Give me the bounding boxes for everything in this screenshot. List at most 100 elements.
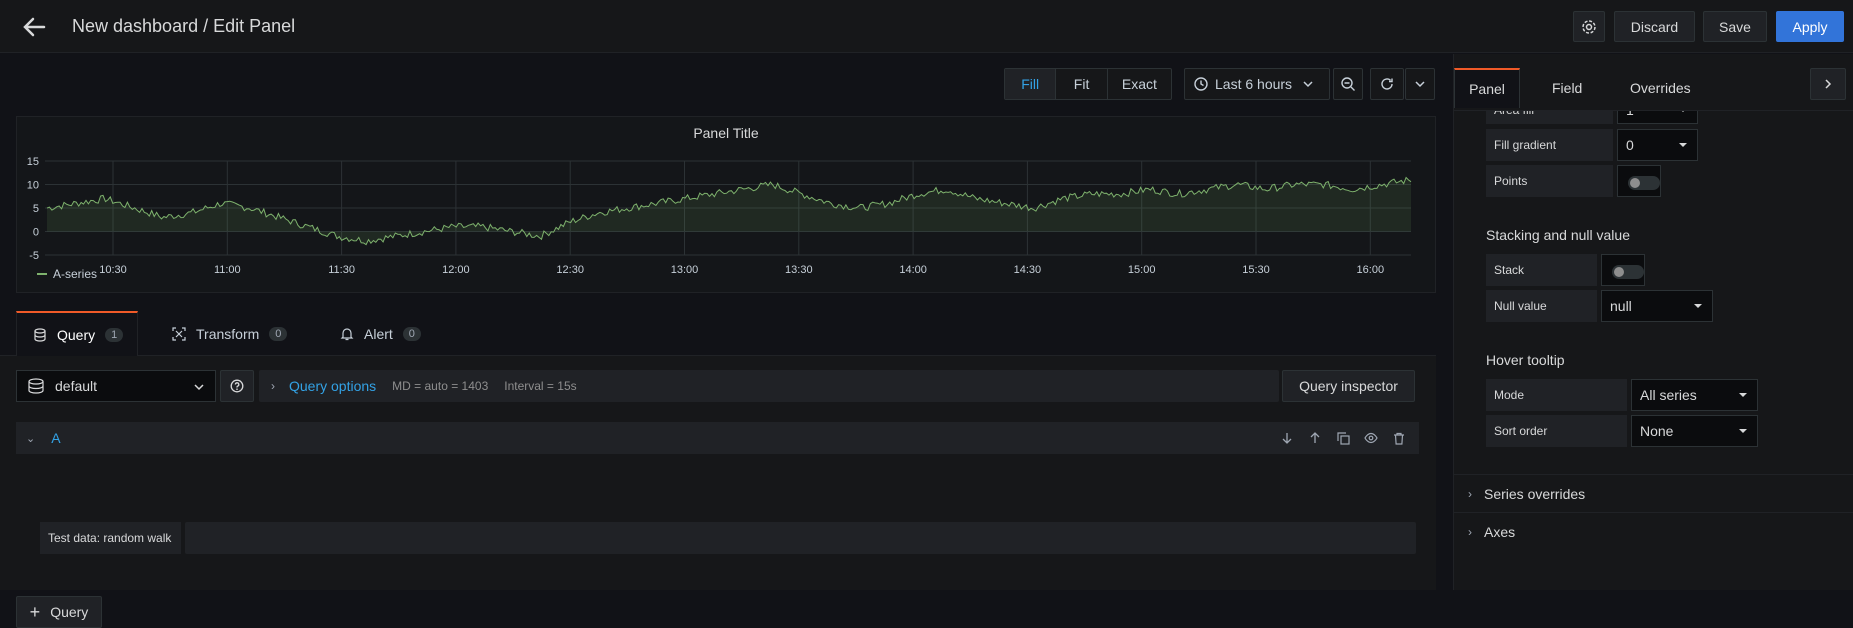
discard-button[interactable]: Discard <box>1614 11 1695 42</box>
fit-button[interactable]: Fit <box>1056 69 1108 99</box>
tab-alert-count: 0 <box>402 326 421 341</box>
add-query-button[interactable]: + Query <box>16 596 102 628</box>
collapse-pane-button[interactable] <box>1810 68 1846 100</box>
y-tick-label: 15 <box>27 156 39 168</box>
help-icon <box>230 379 244 393</box>
mode-value: All series <box>1640 387 1697 403</box>
stacking-section-title: Stacking and null value <box>1486 227 1630 243</box>
x-tick-label: 15:30 <box>1242 264 1270 276</box>
area-fill-value: 1 <box>1626 111 1634 118</box>
mode-label: Mode <box>1486 379 1627 411</box>
axes-title: Axes <box>1484 523 1516 540</box>
chevron-down-icon <box>1303 81 1313 88</box>
database-icon <box>28 378 44 394</box>
tab-field[interactable]: Field <box>1552 68 1582 108</box>
fill-gradient-select[interactable]: 0 <box>1617 129 1698 161</box>
chevron-right-icon: › <box>1468 524 1472 539</box>
null-value-label: Null value <box>1486 290 1597 322</box>
collapse-chevron-icon[interactable]: ⌄ <box>26 432 35 445</box>
eye-icon <box>1364 432 1378 444</box>
query-inspector-button[interactable]: Query inspector <box>1282 370 1415 402</box>
y-tick-label: -5 <box>29 250 39 262</box>
series-overrides-title: Series overrides <box>1484 485 1586 502</box>
copy-icon <box>1336 431 1350 445</box>
options-scroll-area[interactable]: Area fill 1 Fill gradient 0 Points Stack… <box>1454 111 1853 590</box>
back-arrow-icon[interactable] <box>20 13 48 41</box>
time-range-label: Last 6 hours <box>1215 76 1293 92</box>
chevron-right-icon: › <box>271 379 275 393</box>
duplicate-query-button[interactable] <box>1329 424 1357 452</box>
query-options-label[interactable]: Query options <box>289 378 376 394</box>
refresh-interval-dropdown[interactable] <box>1405 68 1435 100</box>
transform-icon <box>172 326 186 341</box>
fill-button[interactable]: Fill <box>1005 69 1057 99</box>
chevron-down-icon <box>1415 81 1425 88</box>
save-button[interactable]: Save <box>1703 11 1767 42</box>
panel-title[interactable]: Panel Title <box>17 125 1435 141</box>
gear-icon <box>1582 19 1596 34</box>
tab-query-count: 1 <box>105 327 124 342</box>
move-up-button[interactable] <box>1301 424 1329 452</box>
plus-icon: + <box>29 601 41 622</box>
series-overrides-section[interactable]: › Series overrides <box>1454 474 1853 512</box>
x-tick-label: 15:00 <box>1128 264 1156 276</box>
x-tick-label: 10:30 <box>99 264 127 276</box>
tab-panel[interactable]: Panel <box>1454 68 1520 108</box>
points-label: Points <box>1486 165 1613 197</box>
time-series-chart: 15 10 5 0 -5 10:30 11:00 11:30 12:00 12:30 13:00 13… <box>27 156 1412 276</box>
query-options-bar[interactable]: › Query options MD = auto = 1403 Interva… <box>259 370 1279 402</box>
database-icon <box>34 327 46 342</box>
area-fill-select[interactable]: 1 <box>1617 111 1698 124</box>
fill-gradient-label: Fill gradient <box>1486 129 1613 161</box>
zoom-out-icon <box>1341 77 1355 91</box>
legend: A-series <box>37 267 97 281</box>
datasource-picker[interactable]: default <box>16 370 216 402</box>
x-tick-label: 14:00 <box>899 264 927 276</box>
time-picker[interactable]: Last 6 hours <box>1184 68 1330 100</box>
tab-alert[interactable]: Alert 0 <box>340 311 421 356</box>
arrow-down-icon <box>1282 433 1292 444</box>
settings-button[interactable] <box>1573 11 1605 42</box>
y-tick-label: 0 <box>33 227 39 239</box>
top-bar: New dashboard / Edit Panel Discard Save … <box>0 0 1853 53</box>
toggle-visibility-button[interactable] <box>1357 424 1385 452</box>
tab-query[interactable]: Query 1 <box>16 311 138 356</box>
sort-order-select[interactable]: None <box>1631 415 1758 447</box>
datasource-help-button[interactable] <box>220 370 254 402</box>
null-value-select[interactable]: null <box>1601 290 1713 322</box>
fill-gradient-value: 0 <box>1626 137 1634 153</box>
x-tick-label: 14:30 <box>1014 264 1042 276</box>
delete-query-button[interactable] <box>1385 424 1413 452</box>
y-tick-label: 5 <box>33 203 39 215</box>
legend-swatch <box>37 273 47 275</box>
query-ref-id[interactable]: A <box>51 430 60 446</box>
x-tick-label: 12:00 <box>442 264 470 276</box>
apply-button[interactable]: Apply <box>1776 11 1844 42</box>
panel-editor-main: Fill Fit Exact Last 6 hours Panel Title … <box>0 54 1453 628</box>
exact-button[interactable]: Exact <box>1108 69 1171 99</box>
legend-item-a-series[interactable]: A-series <box>53 267 97 281</box>
scenario-options-field[interactable] <box>185 522 1416 554</box>
zoom-out-button[interactable] <box>1333 68 1363 100</box>
null-value: null <box>1610 298 1632 314</box>
arrow-up-icon <box>1310 432 1320 443</box>
stack-toggle[interactable] <box>1601 254 1645 286</box>
axes-section[interactable]: › Axes <box>1454 512 1853 550</box>
refresh-icon <box>1381 78 1393 90</box>
query-editor: default › Query options MD = auto = 1403… <box>0 356 1436 628</box>
display-mode-group: Fill Fit Exact <box>1004 68 1172 100</box>
move-down-button[interactable] <box>1273 424 1301 452</box>
max-data-points-info: MD = auto = 1403 <box>392 379 489 393</box>
tab-transform-count: 0 <box>269 326 288 341</box>
refresh-button[interactable] <box>1370 68 1404 100</box>
x-tick-label: 11:30 <box>328 264 355 276</box>
trash-icon <box>1394 432 1404 445</box>
mode-select[interactable]: All series <box>1631 379 1758 411</box>
tab-overrides[interactable]: Overrides <box>1630 68 1691 108</box>
scenario-label: Test data: random walk <box>40 522 181 554</box>
points-toggle[interactable] <box>1617 165 1661 197</box>
x-tick-label: 13:30 <box>785 264 813 276</box>
tab-transform[interactable]: Transform 0 <box>172 311 288 356</box>
page-title: New dashboard / Edit Panel <box>72 16 296 36</box>
add-query-label: Query <box>50 604 89 620</box>
